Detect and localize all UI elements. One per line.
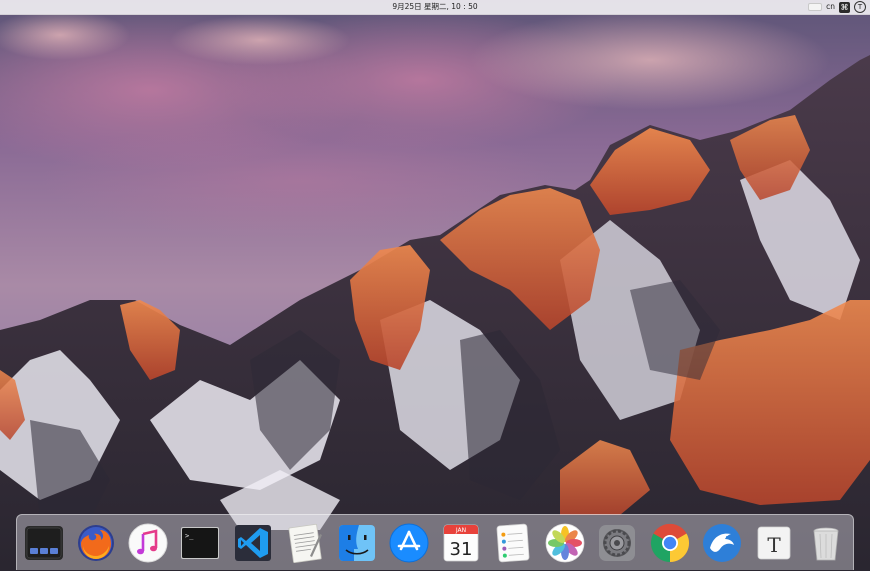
user-menu-icon[interactable]: T: [854, 1, 866, 13]
app-store-icon: [389, 523, 429, 563]
keyboard-layout-indicator[interactable]: [808, 3, 823, 11]
textedit-icon: [288, 523, 322, 564]
dock-item-eagle[interactable]: [699, 520, 745, 566]
desktop-wallpaper: [0, 0, 870, 571]
system-tray: cn ⌘ T: [808, 1, 866, 13]
dock-item-itunes[interactable]: [125, 520, 171, 566]
dock-item-app-store[interactable]: [386, 520, 432, 566]
finder-icon: [338, 525, 375, 561]
datetime-clock[interactable]: 9月25日 星期二, 10 : 50: [0, 0, 870, 14]
terminal-icon: >_: [181, 527, 220, 559]
calendar-day-label: 31: [450, 539, 473, 560]
photos-icon: [545, 523, 585, 563]
command-key-icon[interactable]: ⌘: [839, 1, 850, 13]
dock-item-terminal[interactable]: >_: [177, 520, 223, 566]
dock-item-vscode[interactable]: [230, 520, 276, 566]
system-preferences-icon: [599, 525, 636, 561]
mission-control-icon: [25, 526, 63, 560]
top-panel: 9月25日 星期二, 10 : 50 cn ⌘ T: [0, 0, 870, 15]
dock-item-typora[interactable]: T: [751, 520, 797, 566]
dock-item-firefox[interactable]: [73, 520, 119, 566]
dock-item-reminders[interactable]: [490, 520, 536, 566]
dock-item-calendar[interactable]: JAN 31: [438, 520, 484, 566]
itunes-icon: [128, 523, 168, 563]
vscode-icon: [234, 525, 271, 561]
calendar-icon: JAN 31: [443, 524, 479, 562]
trash-icon: [813, 527, 839, 561]
typora-letter: T: [767, 533, 781, 557]
dock-item-trash[interactable]: [803, 520, 849, 566]
dock-item-textedit[interactable]: [282, 520, 328, 566]
eagle-icon: [702, 524, 741, 562]
dock-item-photos[interactable]: [542, 520, 588, 566]
firefox-icon: [78, 525, 115, 561]
dock: >_ JAN 31 T: [16, 514, 854, 570]
input-language-label[interactable]: cn: [826, 1, 835, 13]
dock-item-mission-control[interactable]: [21, 520, 67, 566]
dock-item-chrome[interactable]: [647, 520, 693, 566]
calendar-month-label: JAN: [455, 527, 466, 534]
reminders-icon: [496, 523, 530, 563]
dock-item-finder[interactable]: [334, 520, 380, 566]
typora-icon: T: [757, 526, 791, 560]
dock-item-system-preferences[interactable]: [594, 520, 640, 566]
terminal-prompt: >_: [185, 532, 194, 540]
chrome-icon: [650, 523, 689, 563]
